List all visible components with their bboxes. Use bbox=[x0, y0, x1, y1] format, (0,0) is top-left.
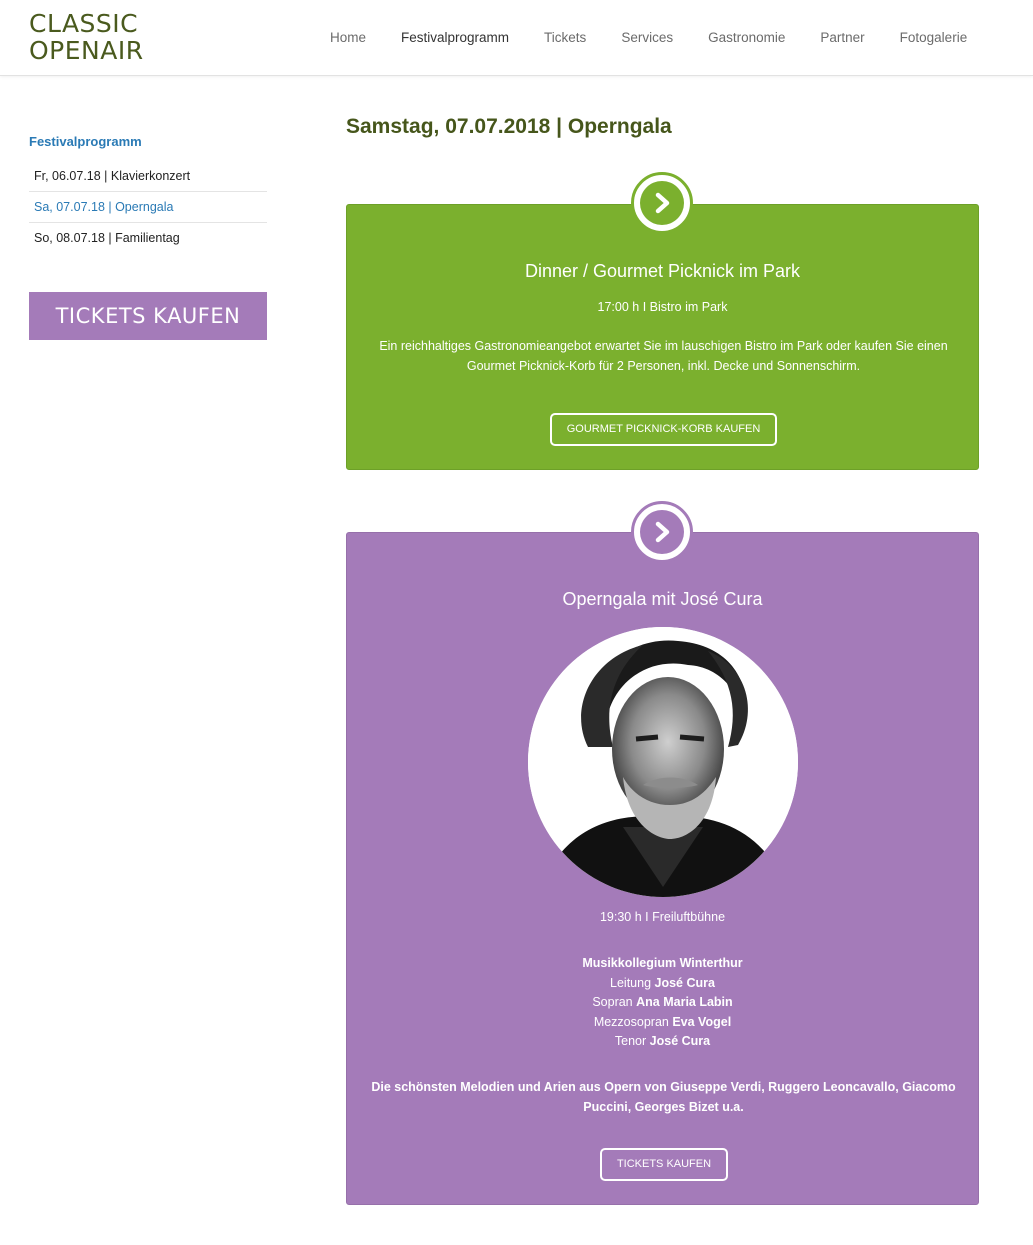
nav-gastronomie[interactable]: Gastronomie bbox=[708, 30, 785, 45]
sidebar: Festivalprogramm Fr, 06.07.18 | Klavierk… bbox=[29, 134, 267, 254]
chevron-right-icon bbox=[655, 521, 670, 543]
gala-tickets-button[interactable]: TICKETS KAUFEN bbox=[600, 1148, 728, 1181]
dinner-arrow-badge bbox=[631, 172, 693, 234]
sidebar-item-familientag[interactable]: So, 08.07.18 | Familientag bbox=[29, 223, 267, 254]
dinner-description: Ein reichhaltiges Gastronomieangebot erw… bbox=[379, 339, 948, 373]
nav-fotogalerie[interactable]: Fotogalerie bbox=[900, 30, 968, 45]
mezzo-role: Mezzosopran bbox=[593, 1014, 669, 1029]
nav-home[interactable]: Home bbox=[330, 30, 366, 45]
dinner-arrow-inner bbox=[640, 181, 684, 225]
gala-title: Operngala mit José Cura bbox=[562, 589, 763, 609]
site-header: CLASSIC OPENAIR Home Festivalprogramm Ti… bbox=[0, 0, 1033, 76]
logo-line-1: CLASSIC bbox=[29, 9, 139, 38]
gala-credits: Musikkollegium Winterthur Leitung José C… bbox=[347, 954, 978, 1052]
gala-time: 19:30 h I Freiluftbühne bbox=[599, 910, 726, 924]
nav-tickets[interactable]: Tickets bbox=[544, 30, 586, 45]
dinner-time: 17:00 h I Bistro im Park bbox=[597, 300, 728, 314]
jose-cura-portrait bbox=[528, 627, 798, 897]
sidebar-tickets-button[interactable]: TICKETS KAUFEN bbox=[29, 292, 267, 340]
nav-partner[interactable]: Partner bbox=[820, 30, 864, 45]
sidebar-item-klavierkonzert[interactable]: Fr, 06.07.18 | Klavierkonzert bbox=[29, 161, 267, 192]
gala-arrow-inner bbox=[640, 510, 684, 554]
leitung-role: Leitung bbox=[610, 975, 652, 990]
sidebar-item-operngala[interactable]: Sa, 07.07.18 | Operngala bbox=[29, 192, 267, 223]
sopran-role: Sopran bbox=[592, 995, 633, 1009]
operngala-card: Operngala mit José Cura 19:30 h I Freilu… bbox=[346, 532, 979, 1205]
nav-festivalprogramm[interactable]: Festivalprogramm bbox=[401, 30, 509, 45]
nav-services[interactable]: Services bbox=[621, 30, 673, 45]
dinner-card: Dinner / Gourmet Picknick im Park 17:00 … bbox=[346, 204, 979, 470]
portrait-image bbox=[528, 627, 798, 897]
chevron-right-icon bbox=[655, 192, 670, 214]
gourmet-picknick-button[interactable]: GOURMET PICKNICK-KORB KAUFEN bbox=[550, 413, 777, 446]
sidebar-title[interactable]: Festivalprogramm bbox=[29, 134, 267, 149]
orchestra-name: Musikkollegium Winterthur bbox=[582, 956, 743, 970]
logo[interactable]: CLASSIC OPENAIR bbox=[29, 10, 144, 64]
mezzo-name: Eva Vogel bbox=[672, 1014, 732, 1029]
logo-line-2: OPENAIR bbox=[29, 36, 144, 65]
tenor-role: Tenor bbox=[614, 1034, 647, 1048]
tenor-name: José Cura bbox=[649, 1034, 711, 1048]
page-title: Samstag, 07.07.2018 | Operngala bbox=[346, 115, 672, 138]
dinner-title: Dinner / Gourmet Picknick im Park bbox=[524, 261, 801, 281]
main-nav: Home Festivalprogramm Tickets Services G… bbox=[330, 30, 1002, 45]
gala-description: Die schönsten Melodien und Arien aus Ope… bbox=[371, 1080, 956, 1114]
gala-arrow-badge bbox=[631, 501, 693, 563]
sidebar-list: Fr, 06.07.18 | Klavierkonzert Sa, 07.07.… bbox=[29, 161, 267, 254]
leitung-name: José Cura bbox=[654, 975, 715, 990]
sopran-name: Ana Maria Labin bbox=[636, 995, 733, 1009]
